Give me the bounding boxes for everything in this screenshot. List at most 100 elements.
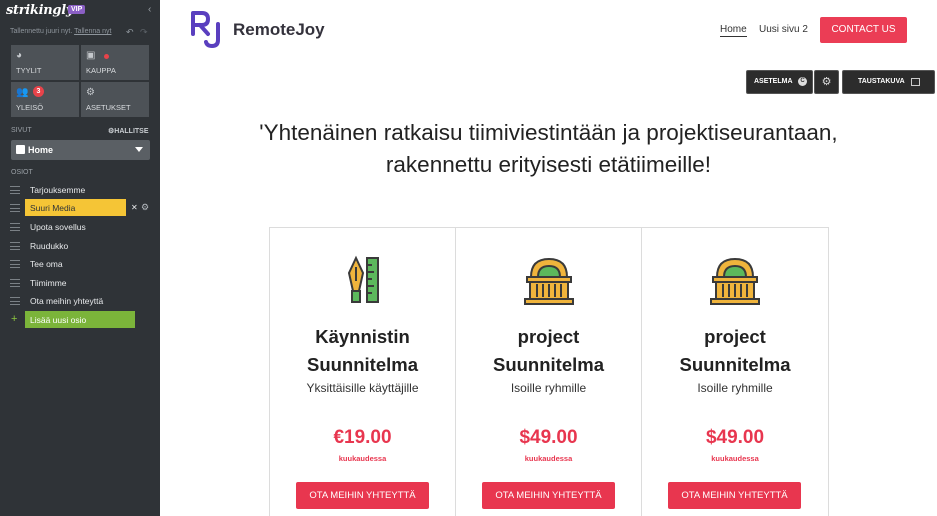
plan-period: kuukaudessa (524, 454, 573, 463)
page-select[interactable]: Home (11, 140, 150, 160)
undo-icon[interactable]: ↶ (126, 27, 134, 38)
plan-period: kuukaudessa (711, 454, 759, 463)
drag-handle-icon[interactable] (10, 186, 20, 194)
drag-handle-icon[interactable] (10, 279, 20, 287)
strikingly-logo: strikingly (6, 3, 74, 18)
section-label: Ruudukko (30, 241, 69, 251)
add-section-button[interactable]: + Lisää uusi osio (10, 311, 155, 328)
section-label: Upota sovellus (30, 222, 86, 232)
section-item[interactable]: Tee oma (10, 255, 155, 272)
nav-page2-link[interactable]: Uusi sivu 2 (759, 24, 808, 35)
layout-settings-button[interactable]: ASETELMA C (746, 70, 813, 94)
sections-heading: OSIOT (11, 169, 33, 176)
section-label: Tarjouksemme (30, 185, 86, 195)
notification-dot (104, 54, 109, 59)
section-gear-button[interactable]: ⚙ (814, 70, 839, 94)
section-label: Suuri Media (30, 203, 76, 213)
section-label: Tiimimme (30, 278, 67, 288)
save-status-text: Tallennettu juuri nyt. (10, 28, 73, 35)
plan-price: €19.00 (333, 427, 392, 448)
styles-tile[interactable]: ◕ TYYLIT (11, 45, 79, 80)
styles-label: TYYLIT (16, 66, 42, 75)
pricing-card: project Suunnitelma Isoille ryhmille $49… (642, 228, 828, 516)
store-tile[interactable]: ▣ KAUPPA (81, 45, 149, 80)
plan-subtitle: Isoille ryhmille (510, 381, 587, 395)
drag-handle-icon[interactable] (10, 297, 20, 305)
section-item-selected[interactable]: Suuri Media ✕ ⚙ (10, 199, 155, 216)
audience-tile[interactable]: 👥 3 YLEISÖ (11, 82, 79, 117)
store-label: KAUPPA (86, 66, 116, 75)
manage-label: HALLITSE (114, 128, 149, 135)
drag-handle-icon[interactable] (10, 260, 20, 268)
save-now-link[interactable]: Tallenna nyt (74, 28, 111, 35)
settings-tile[interactable]: ⚙ ASETUKSET (81, 82, 149, 117)
pricing-cards: Käynnistin Suunnitelma Yksittäisille käy… (269, 227, 829, 516)
image-icon (911, 78, 920, 86)
section-item[interactable]: Tarjouksemme (10, 181, 155, 198)
layout-settings-label: ASETELMA (754, 78, 793, 85)
plan-title: Käynnistin (315, 326, 410, 347)
app-root: strikingly VIP ‹ Tallennettu juuri nyt. … (0, 0, 937, 516)
collapse-sidebar-icon[interactable]: ‹ (148, 4, 151, 15)
building-icon (710, 257, 760, 305)
editor-sidebar: strikingly VIP ‹ Tallennettu juuri nyt. … (0, 0, 160, 516)
audience-label: YLEISÖ (16, 103, 44, 112)
section-label: Ota meihin yhteyttä (30, 296, 104, 306)
redo-icon[interactable]: ↷ (140, 27, 148, 38)
chevron-down-icon (135, 147, 143, 152)
page-icon (16, 145, 25, 154)
current-page-label: Home (28, 145, 54, 155)
gear-icon[interactable]: ⚙ (141, 202, 149, 213)
section-item[interactable]: Tiimimme (10, 274, 155, 291)
nav-home-link[interactable]: Home (720, 24, 747, 37)
add-section-label: Lisää uusi osio (30, 315, 87, 325)
c-icon: C (798, 77, 807, 86)
plan-title-2: Suunnitelma (492, 354, 604, 375)
drag-handle-icon[interactable] (10, 223, 20, 231)
plan-title: project (517, 326, 580, 347)
plan-title-2: Suunnitelma (679, 354, 791, 375)
plan-contact-button[interactable]: OTA MEIHIN YHTEYTTÄ (482, 482, 615, 509)
save-status: Tallennettu juuri nyt. Tallenna nyt (10, 28, 111, 35)
section-item[interactable]: Ota meihin yhteyttä (10, 292, 155, 309)
remotejoy-logo-icon[interactable] (191, 10, 223, 48)
gear-icon: ⚙ (821, 76, 832, 88)
section-item[interactable]: Ruudukko (10, 237, 155, 254)
editor-menu-grid: ◕ TYYLIT ▣ KAUPPA 👥 3 YLEISÖ ⚙ ASETUKSET (11, 45, 150, 117)
site-preview: RemoteJoy Home Uusi sivu 2 CONTACT US AS… (160, 0, 937, 516)
ruler-pen-icon (347, 255, 379, 303)
plan-price: $49.00 (519, 427, 578, 448)
plus-icon: + (11, 313, 18, 325)
plan-subtitle: Yksittäisille käyttäjille (306, 381, 419, 395)
section-item[interactable]: Upota sovellus (10, 218, 155, 235)
plan-period: kuukaudessa (338, 454, 387, 463)
palette-icon: ◕ (16, 50, 23, 61)
settings-label: ASETUKSET (86, 103, 131, 112)
pricing-card: project Suunnitelma Isoille ryhmille $49… (456, 228, 642, 516)
site-title[interactable]: RemoteJoy (233, 20, 325, 40)
shopping-bag-icon: ▣ (86, 50, 96, 61)
background-label: TAUSTAKUVA (858, 78, 905, 85)
drag-handle-icon[interactable] (10, 204, 20, 212)
close-icon[interactable]: ✕ (131, 203, 138, 212)
plan-title: project (704, 326, 766, 347)
pages-heading: SIVUT (11, 127, 32, 134)
drag-handle-icon[interactable] (10, 242, 20, 250)
section-label: Tee oma (30, 259, 63, 269)
plan-contact-button[interactable]: OTA MEIHIN YHTEYTTÄ (296, 482, 429, 509)
plan-title-2: Suunnitelma (306, 354, 418, 375)
users-icon: 👥 (16, 87, 29, 98)
background-image-button[interactable]: TAUSTAKUVA (842, 70, 935, 94)
gear-icon: ⚙ (86, 87, 95, 98)
contact-us-button[interactable]: CONTACT US (820, 17, 907, 43)
plan-subtitle: Isoille ryhmille (697, 381, 773, 395)
hero-heading: 'Yhtenäinen ratkaisu tiimiviestintään ja… (180, 117, 917, 181)
audience-count-badge: 3 (33, 86, 44, 97)
building-icon (524, 257, 574, 305)
plan-contact-button[interactable]: OTA MEIHIN YHTEYTTÄ (668, 482, 801, 509)
hero-line-2: rakennettu erityisesti etätiimeille! (385, 152, 712, 177)
plan-price: $49.00 (705, 427, 765, 448)
manage-pages-button[interactable]: ⚙HALLITSE (108, 127, 149, 135)
pricing-card: Käynnistin Suunnitelma Yksittäisille käy… (270, 228, 456, 516)
hero-line-1: 'Yhtenäinen ratkaisu tiimiviestintään ja… (259, 120, 838, 145)
